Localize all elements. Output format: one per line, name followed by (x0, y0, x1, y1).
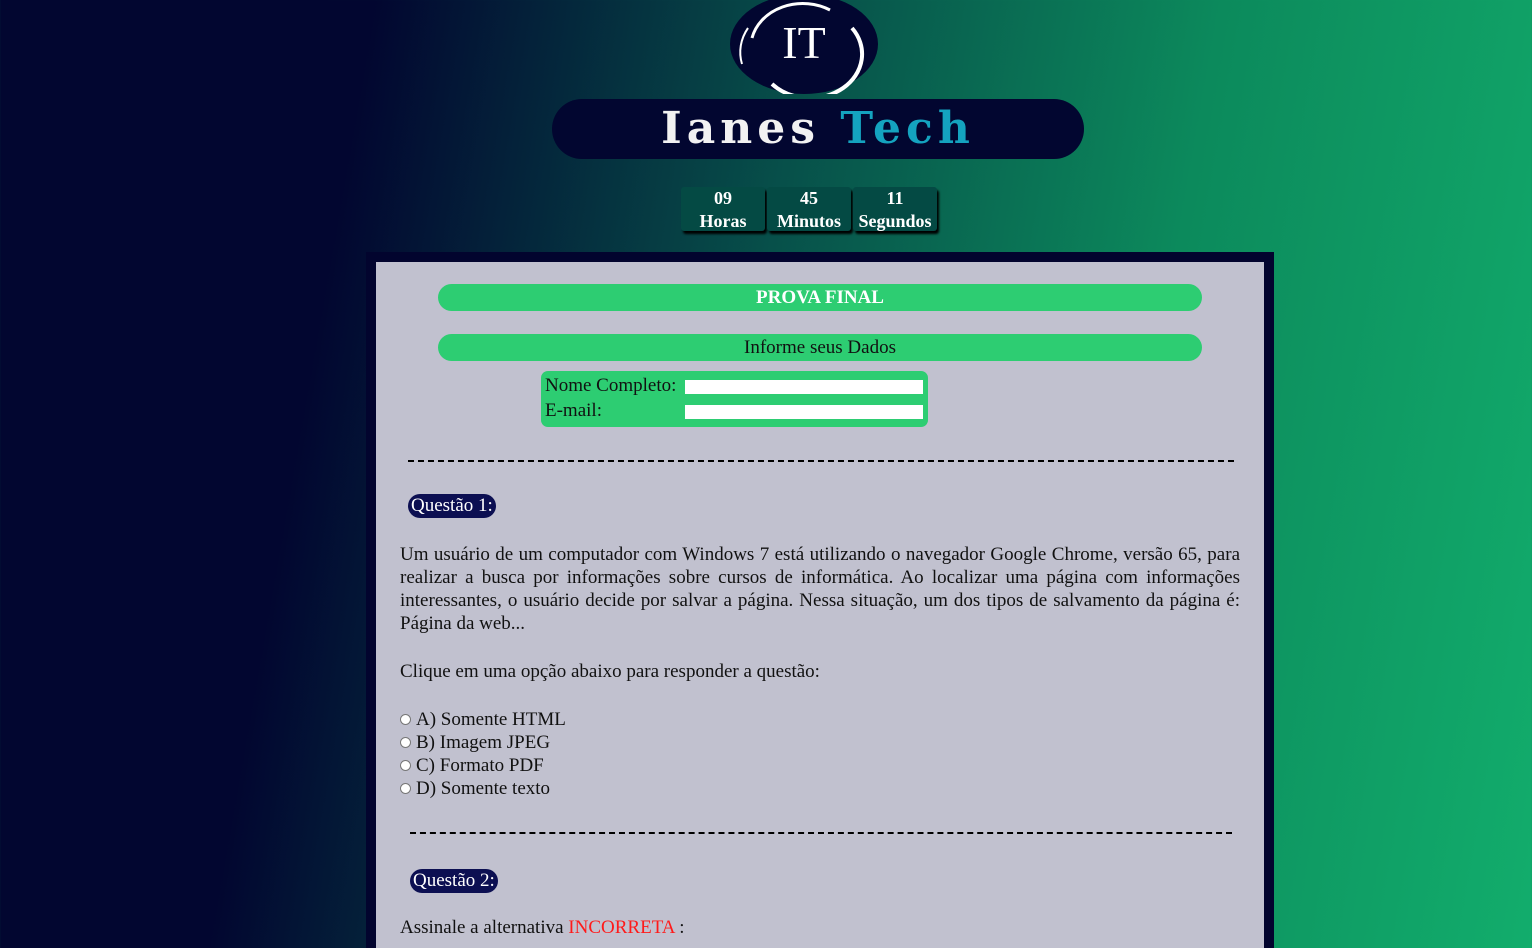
user-data-form: Nome Completo: E-mail: (541, 371, 928, 427)
timer-seconds: 11 Segundos (853, 187, 937, 231)
option-a-label: A) Somente HTML (416, 709, 566, 730)
form-heading: Informe seus Dados (438, 334, 1202, 361)
radio-button[interactable] (400, 783, 411, 794)
timer-minutes-value: 45 (800, 188, 818, 208)
logo-name-part2: Tech (840, 103, 975, 154)
question-1-instruction: Clique em uma opção abaixo para responde… (400, 661, 820, 682)
option-a[interactable]: A) Somente HTML (400, 708, 566, 731)
timer-hours-value: 09 (714, 188, 732, 208)
radio-button[interactable] (400, 760, 411, 771)
logo-emblem: IT (730, 0, 878, 94)
email-label: E-mail: (545, 400, 602, 421)
question-2-highlight: INCORRETA (568, 917, 675, 938)
option-d-label: D) Somente texto (416, 778, 551, 799)
logo-name-part1: Ianes (661, 103, 821, 154)
timer-minutes-label: Minutos (776, 211, 841, 231)
radio-button[interactable] (400, 737, 411, 748)
question-2-prompt-end: : (679, 917, 685, 938)
name-row: Nome Completo: (545, 374, 923, 398)
timer-minutes: 45 Minutos (767, 187, 851, 231)
question-1-text: Um usuário de um computador com Windows … (400, 544, 1240, 634)
option-c[interactable]: C) Formato PDF (400, 754, 566, 777)
option-b[interactable]: B) Imagem JPEG (400, 731, 566, 754)
option-b-label: B) Imagem JPEG (416, 732, 551, 753)
timer-hours: 09 Horas (681, 187, 765, 231)
name-label: Nome Completo: (545, 375, 677, 396)
timer-hours-label: Horas (699, 211, 747, 231)
timer-seconds-label: Segundos (858, 211, 932, 231)
option-c-label: C) Formato PDF (416, 755, 544, 776)
logo-wordmark: Ianes Tech (552, 99, 1084, 159)
question-2-prompt-text: Assinale a alternativa (400, 917, 564, 938)
email-field[interactable] (685, 405, 923, 419)
exam-title: PROVA FINAL (438, 284, 1202, 311)
radio-button[interactable] (400, 714, 411, 725)
logo-ring-icon: IT (739, 1, 865, 94)
question-1-badge: Questão 1: (408, 494, 496, 518)
countdown-timer: 09 Horas 45 Minutos 11 Segundos (681, 187, 937, 231)
option-d[interactable]: D) Somente texto (400, 777, 566, 800)
question-2-badge: Questão 2: (410, 869, 498, 893)
divider (408, 460, 1234, 462)
question-2-prompt: Assinale a alternativa INCORRETA : (400, 916, 684, 939)
exam-panel: PROVA FINAL Informe seus Dados Nome Comp… (376, 262, 1264, 948)
question-1-options: A) Somente HTML B) Imagem JPEG C) Format… (400, 708, 566, 800)
name-field[interactable] (685, 380, 923, 394)
timer-seconds-value: 11 (886, 188, 904, 208)
email-row: E-mail: (545, 399, 923, 423)
divider (410, 832, 1232, 834)
exam-frame: PROVA FINAL Informe seus Dados Nome Comp… (366, 252, 1274, 948)
logo-initials: IT (782, 17, 825, 68)
